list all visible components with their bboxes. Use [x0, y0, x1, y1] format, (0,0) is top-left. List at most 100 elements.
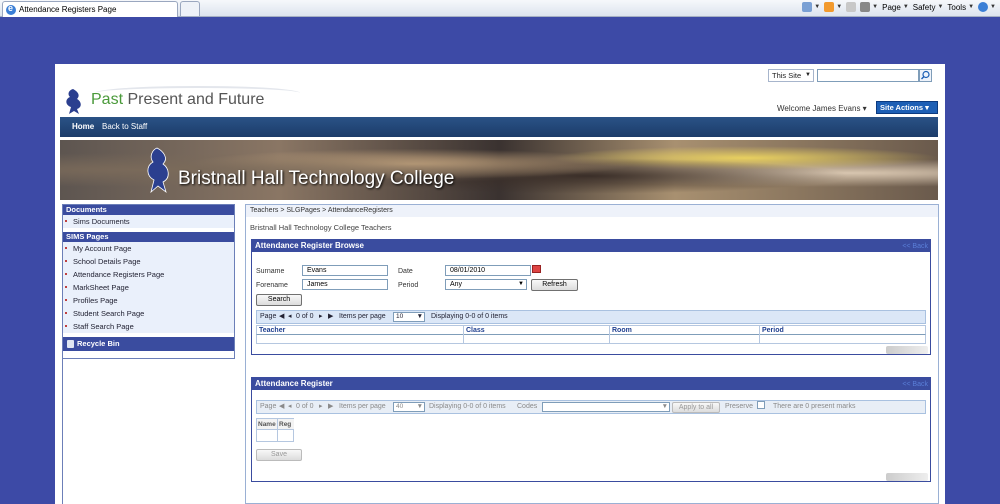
safety-menu[interactable]: Safety — [913, 3, 936, 12]
chevron-down-icon: ▼ — [518, 281, 524, 287]
home-icon[interactable] — [802, 2, 813, 12]
tools-menu[interactable]: Tools — [947, 3, 966, 12]
print-icon[interactable] — [860, 2, 871, 12]
lion-crest-icon — [66, 89, 81, 114]
site-title[interactable]: Past Present and Future — [91, 91, 264, 109]
search-input[interactable] — [817, 69, 919, 82]
browser-tab-title: Attendance Registers Page — [19, 5, 117, 14]
prev-page-icon[interactable]: ◂ — [288, 401, 292, 413]
column-teacher[interactable]: Teacher — [257, 326, 464, 335]
preserve-checkbox[interactable] — [757, 401, 765, 409]
back-link[interactable]: << Back — [902, 241, 928, 253]
export-icon[interactable] — [886, 346, 928, 354]
date-field[interactable]: 08/01/2010 — [445, 265, 531, 276]
lion-crest-icon — [147, 147, 169, 194]
nav-item-profiles[interactable]: Profiles Page — [63, 294, 234, 307]
panel-header: Attendance Register Browse << Back — [252, 240, 930, 252]
feeds-icon[interactable] — [824, 2, 835, 12]
next-page-icon[interactable]: ▸ — [319, 401, 323, 413]
page-size-select[interactable]: 10 ▼ — [393, 312, 425, 322]
register-pager: Page ◀ ◂ 0 of 0 ▸ ▶ Items per page 40 ▼ D… — [256, 400, 926, 414]
welcome-menu[interactable]: Welcome James Evans ▾ — [777, 104, 867, 113]
recycle-bin-icon — [67, 340, 74, 348]
search-scope-value: This Site — [772, 71, 802, 80]
left-column-border — [62, 359, 63, 504]
forename-label: Forename — [256, 282, 288, 289]
page-menu[interactable]: Page — [882, 3, 901, 12]
browse-grid-header: Teacher Class Room Period — [256, 325, 926, 335]
browser-tab[interactable]: Attendance Registers Page — [2, 1, 178, 17]
recycle-bin-link[interactable]: Recycle Bin — [63, 337, 234, 351]
school-banner: Bristnall Hall Technology College — [60, 140, 938, 200]
site-title-rest: Present and Future — [123, 91, 265, 108]
site-actions-label: Site Actions — [880, 103, 924, 112]
prev-page-icon[interactable]: ◂ — [288, 311, 292, 323]
column-reg[interactable]: Reg — [278, 419, 294, 430]
period-select[interactable]: Any ▼ — [445, 279, 527, 290]
nav-back-to-staff[interactable]: Back to Staff — [102, 122, 147, 131]
codes-select[interactable]: ▼ — [542, 402, 670, 412]
period-label: Period — [398, 282, 419, 289]
mail-icon[interactable] — [846, 2, 857, 12]
register-grid: Name Reg — [256, 418, 294, 442]
nav-item-student-search[interactable]: Student Search Page — [63, 307, 234, 320]
help-icon[interactable] — [978, 2, 989, 12]
main-content: Teachers > SLGPages > AttendanceRegister… — [245, 204, 939, 504]
page-size-select[interactable]: 40 ▼ — [393, 402, 425, 412]
chevron-down-icon: ▼ — [805, 72, 811, 78]
nav-item-staff-search[interactable]: Staff Search Page — [63, 320, 234, 333]
column-class[interactable]: Class — [464, 326, 610, 335]
last-page-icon[interactable]: ▶ — [328, 401, 333, 413]
search-icon — [921, 70, 930, 80]
nav-item-marksheet[interactable]: MarkSheet Page — [63, 281, 234, 294]
sharepoint-page: This Site ▼ Past Present and Future Welco… — [55, 64, 945, 504]
chevron-down-icon: ▾ — [925, 103, 929, 112]
surname-label: Surname — [256, 268, 285, 275]
column-name[interactable]: Name — [257, 419, 278, 430]
surname-field[interactable]: Evans — [302, 265, 388, 276]
welcome-text: Welcome James Evans — [777, 104, 861, 113]
breadcrumb[interactable]: Teachers > SLGPages > AttendanceRegister… — [246, 205, 938, 217]
nav-home[interactable]: Home — [72, 122, 94, 131]
browse-pager: Page ◀ ◂ 0 of 0 ▸ ▶ Items per page 10 ▼ D… — [256, 310, 926, 324]
calendar-icon[interactable] — [532, 265, 541, 273]
panel-title: Attendance Register — [255, 379, 333, 388]
last-page-icon[interactable]: ▶ — [328, 311, 333, 323]
refresh-button[interactable]: Refresh — [531, 279, 578, 291]
save-button[interactable]: Save — [256, 449, 302, 461]
page-title: Bristnall Hall Technology College Teache… — [250, 223, 392, 232]
apply-to-all-button[interactable]: Apply to all — [672, 402, 720, 413]
left-navigation: Documents Sims Documents SIMS Pages My A… — [62, 204, 235, 359]
attendance-register-panel: Attendance Register << Back Page ◀ ◂ 0 o… — [251, 377, 931, 482]
search-button[interactable] — [919, 69, 932, 82]
export-icon[interactable] — [886, 473, 928, 481]
nav-item-school-details[interactable]: School Details Page — [63, 255, 234, 268]
chevron-down-icon: ▾ — [862, 104, 867, 113]
ie-page-icon — [6, 3, 16, 15]
attendance-register-browse-panel: Attendance Register Browse << Back Surna… — [251, 239, 931, 355]
nav-item-sims-documents[interactable]: Sims Documents — [63, 215, 234, 228]
date-label: Date — [398, 268, 413, 275]
forename-field[interactable]: James — [302, 279, 388, 290]
browser-command-bar: ▼ ▼ ▼ Page ▼ Safety ▼ Tools ▼ ▼ — [802, 2, 996, 12]
search-button[interactable]: Search — [256, 294, 302, 306]
back-link[interactable]: << Back — [902, 379, 928, 391]
column-room[interactable]: Room — [610, 326, 760, 335]
nav-header-sims-pages[interactable]: SIMS Pages — [63, 232, 234, 242]
new-tab-button[interactable] — [180, 1, 200, 16]
banner-title: Bristnall Hall Technology College — [178, 168, 455, 189]
first-page-icon[interactable]: ◀ — [279, 401, 284, 413]
nav-item-my-account[interactable]: My Account Page — [63, 242, 234, 255]
next-page-icon[interactable]: ▸ — [319, 311, 323, 323]
site-title-past: Past — [91, 91, 124, 108]
nav-header-documents[interactable]: Documents — [63, 205, 234, 215]
column-period[interactable]: Period — [760, 326, 925, 335]
first-page-icon[interactable]: ◀ — [279, 311, 284, 323]
browser-toolbar: Attendance Registers Page ▼ ▼ ▼ Page▼ Sa… — [0, 0, 1000, 17]
panel-title: Attendance Register Browse — [255, 241, 364, 250]
panel-header: Attendance Register << Back — [252, 378, 930, 390]
table-row — [256, 335, 926, 344]
nav-item-attendance-registers[interactable]: Attendance Registers Page — [63, 268, 234, 281]
search-scope-select[interactable]: This Site ▼ — [768, 69, 814, 82]
site-actions-button[interactable]: Site Actions ▾ — [876, 101, 938, 114]
